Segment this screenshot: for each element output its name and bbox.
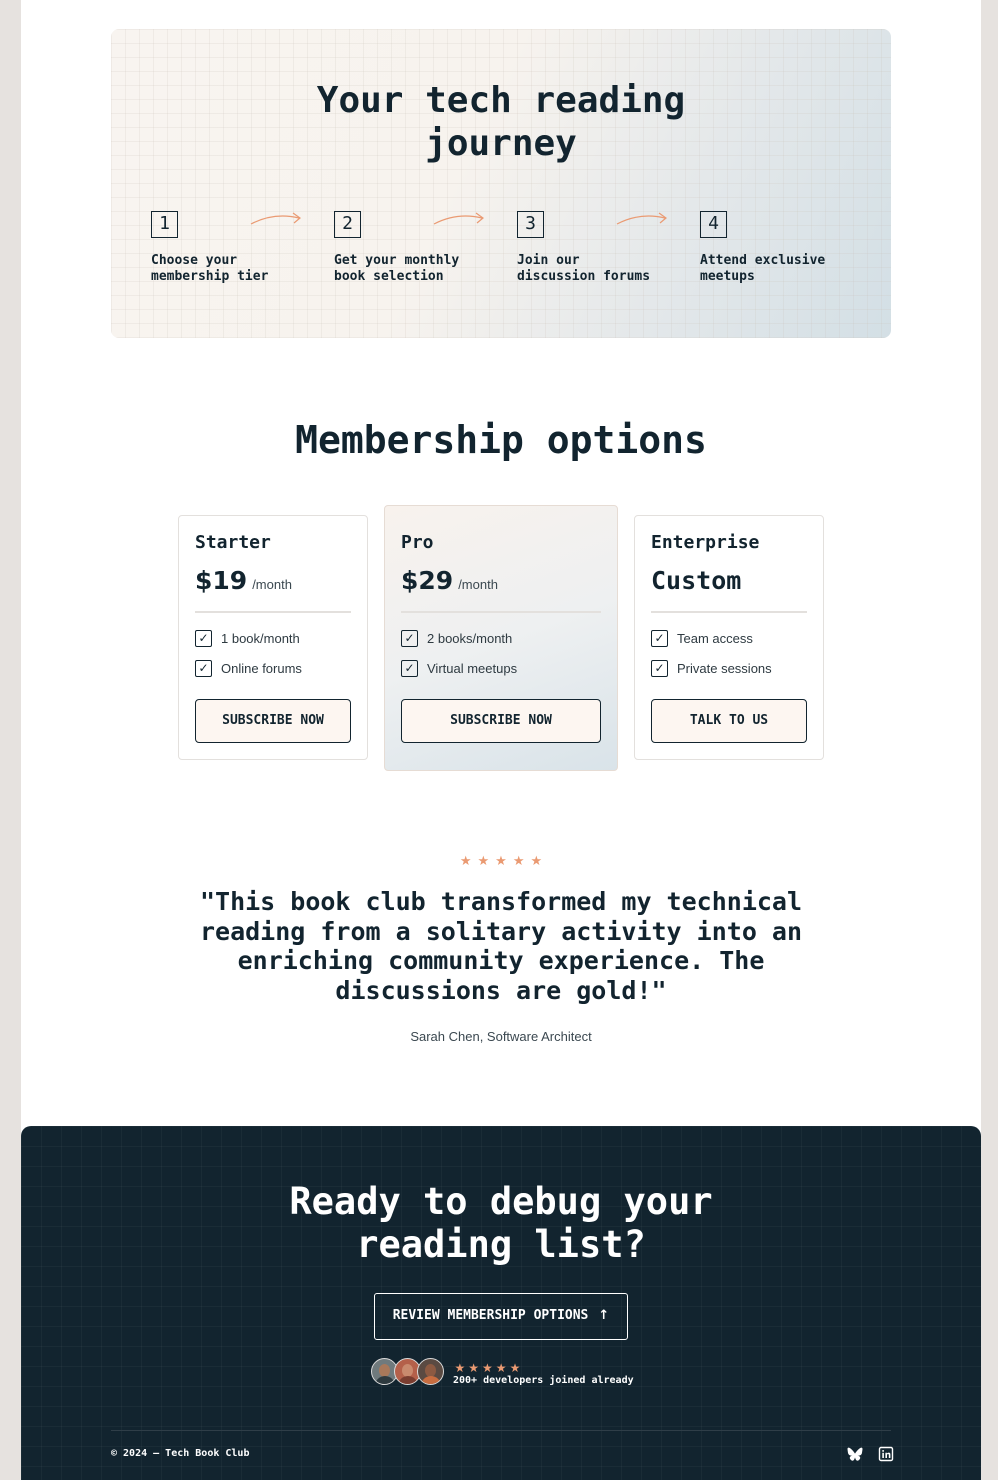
feature-item: ✓ Private sessions xyxy=(651,659,807,677)
plan-card-starter: Starter $19 /month ✓ 1 book/month ✓ Onli… xyxy=(178,515,368,760)
joined-count: 200+ developers joined already xyxy=(453,1375,634,1386)
footer-divider xyxy=(111,1430,891,1431)
talk-to-us-button[interactable]: TALK TO US xyxy=(651,699,807,743)
feature-text: Team access xyxy=(677,630,753,646)
linkedin-icon[interactable] xyxy=(878,1446,894,1462)
checkbox-icon: ✓ xyxy=(651,629,668,647)
star-icon: ★ xyxy=(482,1361,493,1375)
divider xyxy=(195,611,351,613)
step-4: 4 Attend exclusive meetups xyxy=(700,211,870,285)
step-number: 4 xyxy=(700,211,727,238)
page: Your tech reading journey 1 Choose your … xyxy=(21,0,981,1480)
feature-item: ✓ 2 books/month xyxy=(401,629,601,647)
journey-title: Your tech reading journey xyxy=(316,80,686,164)
star-icon: ★ xyxy=(512,854,525,869)
subscribe-starter-button[interactable]: SUBSCRIBE NOW xyxy=(195,699,351,743)
plan-period: /month xyxy=(252,577,292,592)
plan-price: Custom xyxy=(651,566,742,595)
plan-card-enterprise: Enterprise Custom ✓ Team access ✓ Privat… xyxy=(634,515,824,760)
feature-item: ✓ 1 book/month xyxy=(195,629,351,647)
checkbox-icon: ✓ xyxy=(195,629,212,647)
star-icon: ★ xyxy=(459,854,472,869)
feature-text: Online forums xyxy=(221,660,302,676)
membership-title: Membership options xyxy=(295,418,707,462)
avatar xyxy=(417,1358,444,1385)
journey-card: Your tech reading journey 1 Choose your … xyxy=(111,29,891,338)
step-number: 2 xyxy=(334,211,361,238)
checkbox-icon: ✓ xyxy=(651,659,668,677)
curved-arrow-icon xyxy=(250,212,301,225)
copyright: © 2024 — Tech Book Club xyxy=(111,1448,250,1459)
feature-text: 1 book/month xyxy=(221,630,300,646)
checkbox-icon: ✓ xyxy=(195,659,212,677)
step-label: Attend exclusive meetups xyxy=(700,253,826,284)
plan-name: Starter xyxy=(195,532,271,553)
review-membership-label: REVIEW MEMBERSHIP OPTIONS xyxy=(392,1308,589,1323)
feature-item: ✓ Team access xyxy=(651,629,807,647)
star-icon: ★ xyxy=(495,854,507,869)
plan-name: Enterprise xyxy=(651,532,760,553)
plan-price: $19 xyxy=(195,566,248,595)
feature-item: ✓ Virtual meetups xyxy=(401,659,601,677)
feature-item: ✓ Online forums xyxy=(195,659,351,677)
divider xyxy=(401,611,601,613)
plan-period: /month xyxy=(458,577,498,592)
cta-title: Ready to debug your reading list? xyxy=(289,1180,713,1266)
star-icon: ★ xyxy=(477,854,490,869)
cta-section: Ready to debug your reading list? REVIEW… xyxy=(21,1126,981,1480)
star-icon: ★ xyxy=(530,854,543,869)
testimonial-quote: "This book club transformed my technical… xyxy=(199,887,803,1005)
testimonial-rating: ★ ★ ★ ★ ★ xyxy=(21,850,981,869)
divider xyxy=(651,611,807,613)
star-icon: ★ xyxy=(454,1361,466,1375)
arrow-up-icon: ↑ xyxy=(598,1308,610,1323)
feature-text: Private sessions xyxy=(677,660,772,676)
step-number: 1 xyxy=(151,211,178,238)
step-label: Join our discussion forums xyxy=(517,253,651,284)
cta-rating: ★ ★ ★ ★ ★ xyxy=(453,1357,522,1376)
star-icon: ★ xyxy=(495,1361,507,1375)
plan-card-pro: Pro $29 /month ✓ 2 books/month ✓ Virtual… xyxy=(384,505,618,771)
curved-arrow-icon xyxy=(433,212,484,225)
testimonial-author: Sarah Chen, Software Architect xyxy=(410,1029,592,1044)
plan-name: Pro xyxy=(401,532,434,553)
step-label: Choose your membership tier xyxy=(151,253,269,284)
curved-arrow-icon xyxy=(616,212,667,225)
star-icon: ★ xyxy=(468,1361,480,1375)
plan-price: $29 xyxy=(401,566,454,595)
step-number: 3 xyxy=(517,211,544,238)
subscribe-pro-button[interactable]: SUBSCRIBE NOW xyxy=(401,699,601,743)
feature-text: 2 books/month xyxy=(427,630,513,646)
feature-text: Virtual meetups xyxy=(427,660,518,676)
step-label: Get your monthly book selection xyxy=(334,253,460,284)
checkbox-icon: ✓ xyxy=(401,629,418,647)
checkbox-icon: ✓ xyxy=(401,659,418,677)
star-icon: ★ xyxy=(509,1361,521,1375)
bluesky-icon[interactable] xyxy=(847,1446,863,1462)
review-membership-button[interactable]: REVIEW MEMBERSHIP OPTIONS ↑ xyxy=(374,1293,628,1340)
